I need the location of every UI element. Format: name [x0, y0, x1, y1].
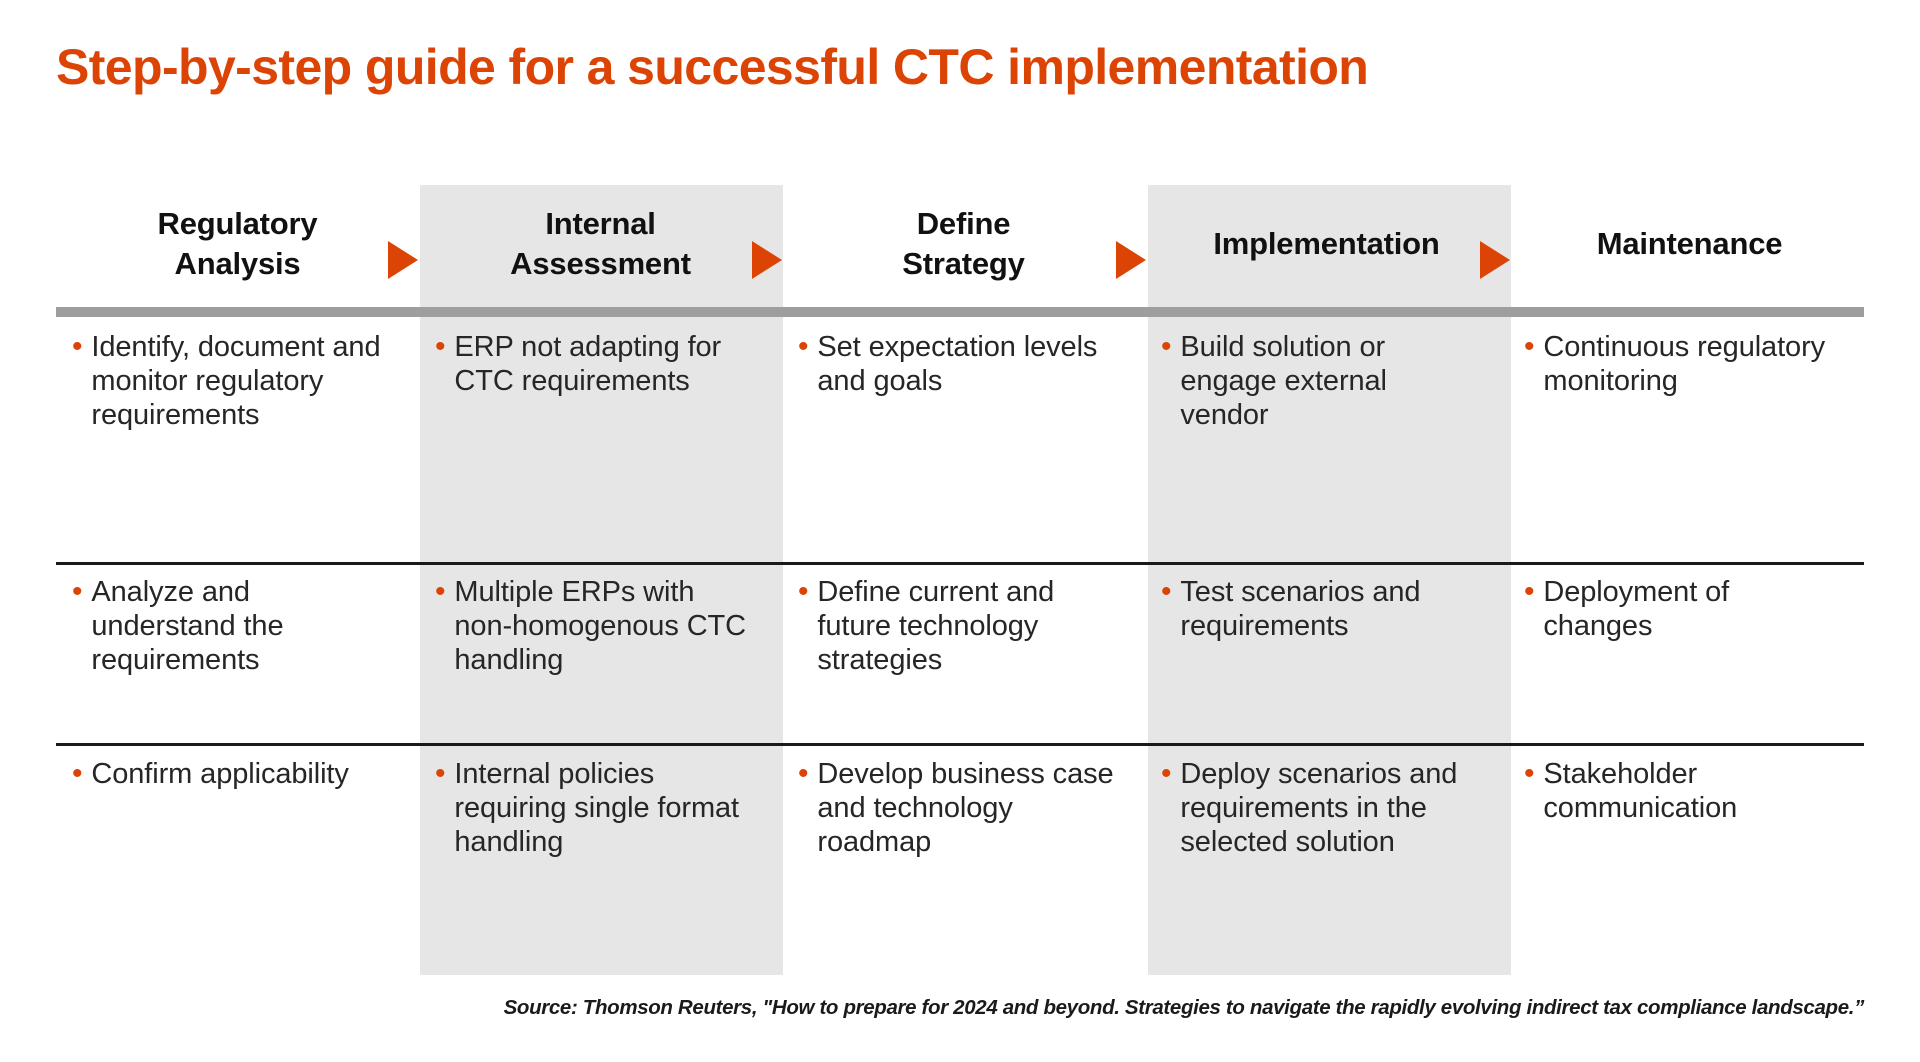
list-item: • Deployment of changes: [1524, 575, 1845, 643]
bullet-dot-icon: •: [435, 330, 446, 363]
column-header-line-2: Analysis: [174, 246, 301, 281]
column-header-line-1: Internal: [545, 206, 656, 242]
cell-define-strategy-2: • Define current and future technology s…: [782, 575, 1145, 743]
bullet-dot-icon: •: [72, 575, 83, 608]
bullet-dot-icon: •: [1161, 330, 1172, 363]
list-item: • Test scenarios and requirements: [1161, 575, 1482, 643]
cell-regulatory-analysis-3: • Confirm applicability: [56, 757, 419, 972]
list-item: • Define current and future technology s…: [798, 575, 1119, 678]
column-header-line-1: Implementation: [1213, 226, 1440, 262]
row-divider-1: [56, 562, 1864, 565]
column-header-line-1: Define: [916, 206, 1011, 242]
column-header-line-2: Assessment: [510, 246, 691, 281]
cell-maintenance-3: • Stakeholder communication: [1508, 757, 1871, 972]
bullet-dot-icon: •: [72, 330, 83, 363]
triangle-right-icon: [752, 241, 782, 279]
list-item: • Multiple ERPs with non-homogenous CTC …: [435, 575, 756, 678]
bullet-dot-icon: •: [798, 330, 809, 363]
column-header-line-1: Maintenance: [1596, 226, 1783, 262]
list-item-label: Define current and future technology str…: [817, 576, 1055, 677]
column-header-regulatory-analysis: Regulatory Analysis: [56, 185, 419, 303]
table-row: • Identify, document and monitor regulat…: [56, 330, 1864, 562]
cell-maintenance-2: • Deployment of changes: [1508, 575, 1871, 743]
list-item: • Internal policies requiring single for…: [435, 757, 756, 860]
cell-define-strategy-1: • Set expectation levels and goals: [782, 330, 1145, 562]
cell-maintenance-1: • Continuous regulatory monitoring: [1508, 330, 1871, 562]
header-divider: [56, 307, 1864, 317]
column-header-line-1: Regulatory: [157, 206, 318, 242]
table-row: • Analyze and understand the requirement…: [56, 575, 1864, 743]
cell-internal-assessment-1: • ERP not adapting for CTC requirements: [419, 330, 782, 562]
list-item-label: ERP not adapting for CTC requirements: [454, 331, 722, 398]
list-item: • Continuous regulatory monitoring: [1524, 330, 1845, 398]
column-header-label: Regulatory Analysis: [158, 204, 318, 283]
bullet-dot-icon: •: [1161, 757, 1172, 790]
column-header-label: Maintenance: [1597, 224, 1783, 264]
page-title: Step-by-step guide for a successful CTC …: [56, 39, 1369, 95]
list-item: • ERP not adapting for CTC requirements: [435, 330, 756, 398]
column-header-maintenance: Maintenance: [1508, 185, 1871, 303]
process-matrix: Regulatory Analysis Internal Assessment …: [56, 185, 1864, 975]
cell-define-strategy-3: • Develop business case and technology r…: [782, 757, 1145, 972]
infographic-page: Step-by-step guide for a successful CTC …: [0, 0, 1920, 1062]
list-item-label: Test scenarios and requirements: [1180, 576, 1421, 643]
bullet-dot-icon: •: [435, 575, 446, 608]
list-item: • Analyze and understand the requirement…: [72, 575, 393, 678]
cell-internal-assessment-2: • Multiple ERPs with non-homogenous CTC …: [419, 575, 782, 743]
column-header-label: Define Strategy: [902, 204, 1025, 283]
triangle-right-icon: [1116, 241, 1146, 279]
list-item-label: Build solution or engage external vendor: [1180, 331, 1387, 432]
bullet-dot-icon: •: [798, 757, 809, 790]
cell-internal-assessment-3: • Internal policies requiring single for…: [419, 757, 782, 972]
column-header-define-strategy: Define Strategy: [782, 185, 1145, 303]
list-item-label: Identify, document and monitor regulator…: [91, 331, 381, 432]
row-divider-2: [56, 743, 1864, 746]
column-header-line-2: Strategy: [902, 246, 1025, 281]
bullet-dot-icon: •: [72, 757, 83, 790]
column-header-label: Implementation: [1213, 224, 1439, 264]
list-item: • Deploy scenarios and requirements in t…: [1161, 757, 1482, 860]
column-header-internal-assessment: Internal Assessment: [419, 185, 782, 303]
list-item: • Build solution or engage external vend…: [1161, 330, 1482, 433]
cell-implementation-1: • Build solution or engage external vend…: [1145, 330, 1508, 562]
list-item-label: Deployment of changes: [1543, 576, 1730, 643]
list-item: • Confirm applicability: [72, 757, 393, 791]
bullet-dot-icon: •: [798, 575, 809, 608]
list-item-label: Internal policies requiring single forma…: [454, 758, 740, 859]
list-item-label: Develop business case and technology roa…: [817, 758, 1114, 859]
cell-regulatory-analysis-2: • Analyze and understand the requirement…: [56, 575, 419, 743]
source-note: Source: Thomson Reuters, "How to prepare…: [503, 996, 1865, 1019]
list-item-label: Deploy scenarios and requirements in the…: [1180, 758, 1458, 859]
bullet-dot-icon: •: [1524, 575, 1535, 608]
cell-implementation-2: • Test scenarios and requirements: [1145, 575, 1508, 743]
list-item-label: Continuous regulatory monitoring: [1543, 331, 1826, 398]
list-item: • Develop business case and technology r…: [798, 757, 1119, 860]
bullet-dot-icon: •: [1524, 330, 1535, 363]
list-item: • Identify, document and monitor regulat…: [72, 330, 393, 433]
column-header-implementation: Implementation: [1145, 185, 1508, 303]
triangle-right-icon: [1480, 241, 1510, 279]
list-item: • Set expectation levels and goals: [798, 330, 1119, 398]
cell-regulatory-analysis-1: • Identify, document and monitor regulat…: [56, 330, 419, 562]
bullet-dot-icon: •: [435, 757, 446, 790]
list-item-label: Stakeholder communication: [1543, 758, 1738, 825]
column-header-label: Internal Assessment: [510, 204, 691, 283]
bullet-dot-icon: •: [1524, 757, 1535, 790]
triangle-right-icon: [388, 241, 418, 279]
cell-implementation-3: • Deploy scenarios and requirements in t…: [1145, 757, 1508, 972]
column-header-row: Regulatory Analysis Internal Assessment …: [56, 185, 1864, 303]
list-item-label: Analyze and understand the requirements: [91, 576, 284, 677]
list-item-label: Confirm applicability: [91, 758, 349, 790]
list-item-label: Set expectation levels and goals: [817, 331, 1098, 398]
list-item: • Stakeholder communication: [1524, 757, 1845, 825]
bullet-dot-icon: •: [1161, 575, 1172, 608]
table-row: • Confirm applicability • Internal polic…: [56, 757, 1864, 972]
list-item-label: Multiple ERPs with non-homogenous CTC ha…: [454, 576, 746, 677]
